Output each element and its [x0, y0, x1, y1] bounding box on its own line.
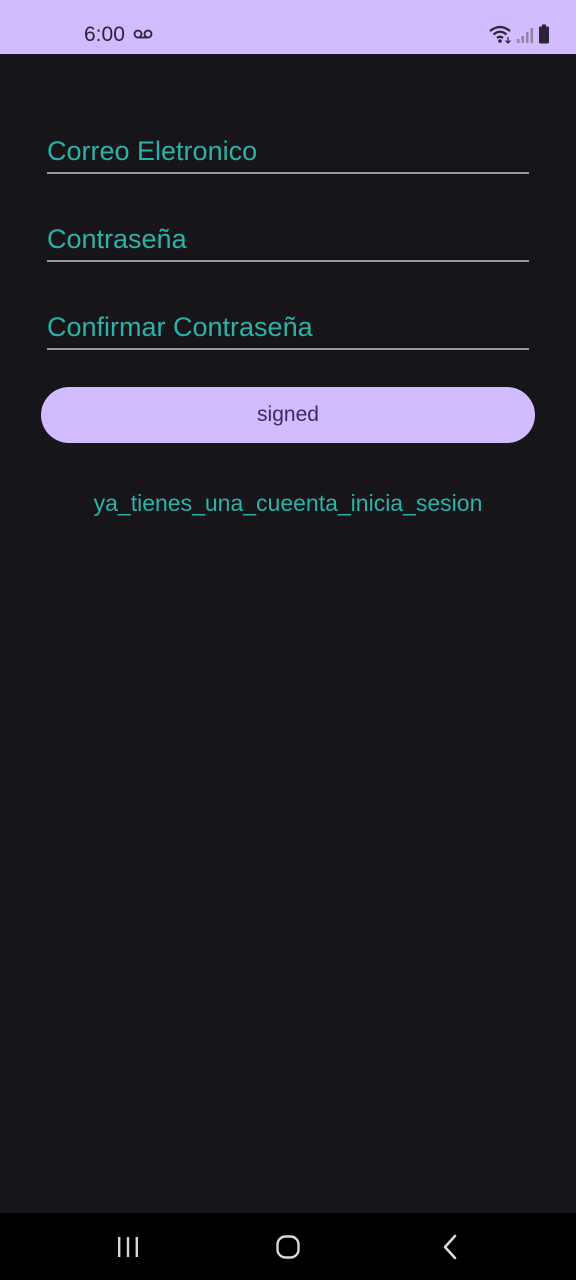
recents-button[interactable]	[98, 1213, 158, 1280]
wifi-icon	[489, 25, 511, 44]
email-field[interactable]: Correo Eletronico	[47, 134, 529, 174]
signed-button-label: signed	[257, 403, 319, 426]
home-icon	[276, 1234, 300, 1259]
password-field-label: Contraseña	[47, 224, 187, 254]
status-time: 6:00	[84, 23, 125, 46]
confirm-password-field-label: Confirmar Contraseña	[47, 312, 313, 342]
navigation-bar	[0, 1213, 576, 1280]
signal-icon	[517, 28, 533, 43]
home-button[interactable]	[258, 1213, 318, 1280]
sign-up-screen: 6:00 Correo Eletronico Contraseña Confir…	[0, 0, 576, 1280]
voicemail-icon	[133, 29, 153, 39]
login-link[interactable]: ya_tienes_una_cueenta_inicia_sesion	[0, 488, 576, 518]
password-field[interactable]: Contraseña	[47, 222, 529, 262]
back-icon	[443, 1234, 457, 1259]
signed-button[interactable]: signed	[41, 387, 535, 443]
status-bar: 6:00	[0, 0, 576, 54]
battery-icon	[539, 24, 549, 44]
recents-icon	[118, 1236, 138, 1257]
back-button[interactable]	[420, 1213, 480, 1280]
status-icons	[488, 24, 550, 44]
confirm-password-field[interactable]: Confirmar Contraseña	[47, 310, 529, 350]
email-field-label: Correo Eletronico	[47, 136, 258, 166]
